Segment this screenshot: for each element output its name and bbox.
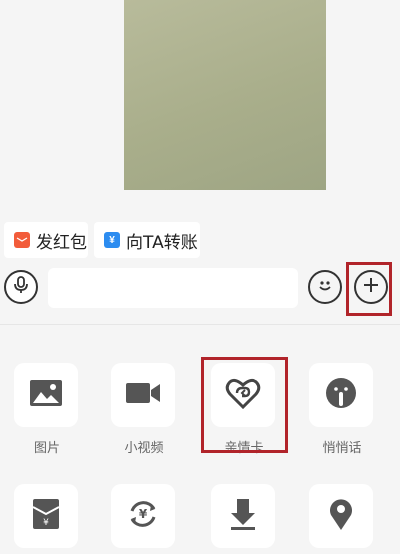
whisper-icon [324,376,358,415]
transfer-label: 向TA转账 [126,232,198,253]
tool-exchange[interactable]: ¥ [111,484,177,554]
send-red-envelope-button[interactable]: 发红包 [4,222,88,258]
image-message[interactable] [124,0,326,190]
tool-whisper-label: 悄悄话 [322,441,362,456]
tool-picture[interactable]: 图片 [14,363,80,456]
transfer-button[interactable]: ¥ 向TA转账 [94,222,200,258]
tool-download[interactable] [211,484,277,554]
family-card-highlight-box [201,357,288,453]
red-envelope-icon [14,232,30,248]
location-pin-icon [328,497,354,536]
message-input[interactable] [48,268,298,308]
tool-red-packet[interactable]: ¥ [14,484,80,554]
tool-picture-label: 图片 [33,441,60,456]
voice-button[interactable] [4,270,38,304]
picture-icon [29,379,63,412]
input-bar [0,262,400,316]
more-button[interactable] [354,270,388,304]
yen-icon: ¥ [104,232,120,248]
emoji-button[interactable] [308,270,342,304]
microphone-icon [11,275,31,300]
plus-circle-icon [361,275,381,300]
tool-whisper[interactable]: 悄悄话 [309,363,375,456]
svg-text:¥: ¥ [139,507,148,521]
svg-text:¥: ¥ [43,518,49,528]
smiley-icon [314,274,336,301]
chat-area [0,0,400,212]
quick-actions-bar: 发红包 ¥ 向TA转账 [0,212,400,268]
yen-exchange-icon: ¥ [126,497,160,536]
video-camera-icon [125,380,161,411]
tool-location[interactable] [309,484,375,554]
tool-video[interactable]: 小视频 [111,363,177,456]
tool-video-label: 小视频 [124,441,164,456]
download-icon [228,497,258,536]
red-envelope-label: 发红包 [36,232,87,253]
red-packet-icon: ¥ [32,498,60,535]
